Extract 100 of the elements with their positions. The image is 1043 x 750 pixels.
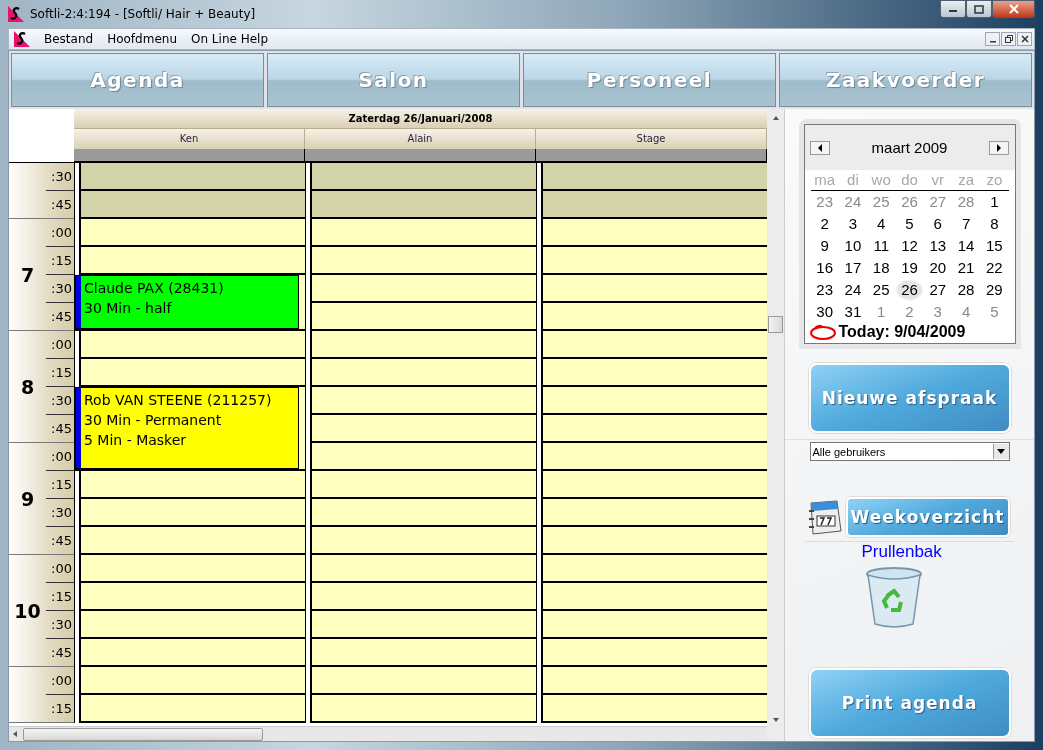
calendar-day[interactable]: 5 [980,301,1009,323]
time-slot[interactable] [81,219,305,247]
calendar-day[interactable]: 23 [810,191,839,213]
closed-slot[interactable] [312,191,536,219]
minimize-button[interactable] [940,0,966,18]
maximize-button[interactable] [966,0,992,18]
calendar-day[interactable]: 18 [867,257,896,279]
appointment-block[interactable]: Claude PAX (28431) 30 Min - half [75,275,299,329]
close-button[interactable] [1017,32,1032,46]
time-slot[interactable] [543,695,767,723]
closed-slot[interactable] [81,163,305,191]
time-slot[interactable] [543,331,767,359]
next-month-button[interactable] [989,140,1010,155]
time-slot[interactable] [81,247,305,275]
dropdown-arrow-icon[interactable] [997,449,1005,454]
calendar-day[interactable]: 28 [951,279,981,301]
calendar-day[interactable]: 26 [895,279,924,301]
time-slot[interactable] [81,359,305,387]
time-slot[interactable] [543,303,767,331]
time-slot[interactable] [543,611,767,639]
time-slot[interactable] [81,667,305,695]
calendar-day[interactable]: 10 [838,235,868,257]
time-slot[interactable] [543,471,767,499]
time-slot[interactable] [312,219,536,247]
calendar-day[interactable]: 16 [810,257,839,279]
time-slot[interactable] [81,611,305,639]
menu-item[interactable]: On Line Help [191,32,269,46]
time-slot[interactable] [543,527,767,555]
user-dropdown[interactable]: Alle gebruikers [809,442,1010,461]
closed-slot[interactable] [543,191,767,219]
time-slot[interactable] [312,583,536,611]
calendar-day[interactable]: 24 [838,279,868,301]
calendar-day[interactable]: 3 [923,301,952,323]
calendar-day[interactable]: 27 [923,191,952,213]
calendar-day[interactable]: 3 [838,213,868,235]
calendar-day[interactable]: 2 [895,301,924,323]
closed-slot[interactable] [543,163,767,191]
vertical-scrollbar[interactable] [767,109,784,741]
time-slot[interactable] [81,555,305,583]
time-slot[interactable] [312,247,536,275]
calendar-day[interactable]: 11 [867,235,896,257]
time-slot[interactable] [543,443,767,471]
close-button[interactable] [992,0,1035,18]
appointment-block[interactable]: Rob VAN STEENE (211257) 30 Min - Permanent 5 Min - Masker [75,387,299,469]
calendar-day[interactable]: 8 [980,213,1009,235]
calendar-day[interactable]: 27 [923,279,952,301]
calendar-day[interactable]: 23 [810,279,839,301]
calendar-day[interactable]: 21 [951,257,981,279]
scroll-thumb[interactable] [23,727,263,741]
calendar-day[interactable]: 24 [838,191,868,213]
closed-slot[interactable] [312,163,536,191]
calendar-day[interactable]: 15 [980,235,1009,257]
calendar-day[interactable]: 31 [838,301,868,323]
time-slot[interactable] [543,639,767,667]
time-slot[interactable] [312,443,536,471]
time-slot[interactable] [543,359,767,387]
today-label[interactable]: Today: 9/04/2009 [838,323,966,341]
time-slot[interactable] [81,639,305,667]
time-slot[interactable] [543,219,767,247]
calendar-day[interactable]: 26 [895,191,924,213]
time-slot[interactable] [312,331,536,359]
time-slot[interactable] [312,611,536,639]
time-slot[interactable] [81,331,305,359]
time-slot[interactable] [543,275,767,303]
time-slot[interactable] [312,639,536,667]
time-slot[interactable] [312,667,536,695]
restore-button[interactable] [1001,32,1016,46]
time-slot[interactable] [543,499,767,527]
time-slot[interactable] [543,667,767,695]
time-slot[interactable] [543,415,767,443]
recycle-bin-icon[interactable] [864,566,923,630]
time-slot[interactable] [543,555,767,583]
calendar-day[interactable]: 29 [980,279,1009,301]
time-slot[interactable] [312,499,536,527]
time-slot[interactable] [543,247,767,275]
time-slot[interactable] [312,275,536,303]
calendar-day[interactable]: 14 [951,235,981,257]
calendar-day[interactable]: 6 [923,213,952,235]
menu-item[interactable]: Hoofdmenu [107,32,177,46]
calendar-day[interactable]: 7 [951,213,981,235]
time-slot[interactable] [312,415,536,443]
time-slot[interactable] [81,471,305,499]
time-slot[interactable] [312,555,536,583]
calendar-day[interactable]: 17 [838,257,868,279]
time-slot[interactable] [81,527,305,555]
time-slot[interactable] [312,359,536,387]
time-slot[interactable] [81,583,305,611]
time-slot[interactable] [312,527,536,555]
closed-slot[interactable] [81,191,305,219]
calendar-day[interactable]: 12 [895,235,924,257]
scroll-thumb[interactable] [768,316,783,333]
horizontal-scrollbar[interactable] [9,726,767,741]
previous-month-button[interactable] [809,140,830,155]
calendar-day[interactable]: 25 [867,191,896,213]
time-slot[interactable] [312,695,536,723]
calendar-day[interactable]: 28 [951,191,981,213]
calendar-day[interactable]: 9 [810,235,839,257]
calendar-day[interactable]: 19 [895,257,924,279]
calendar-day[interactable]: 1 [980,191,1009,213]
time-slot[interactable] [312,471,536,499]
